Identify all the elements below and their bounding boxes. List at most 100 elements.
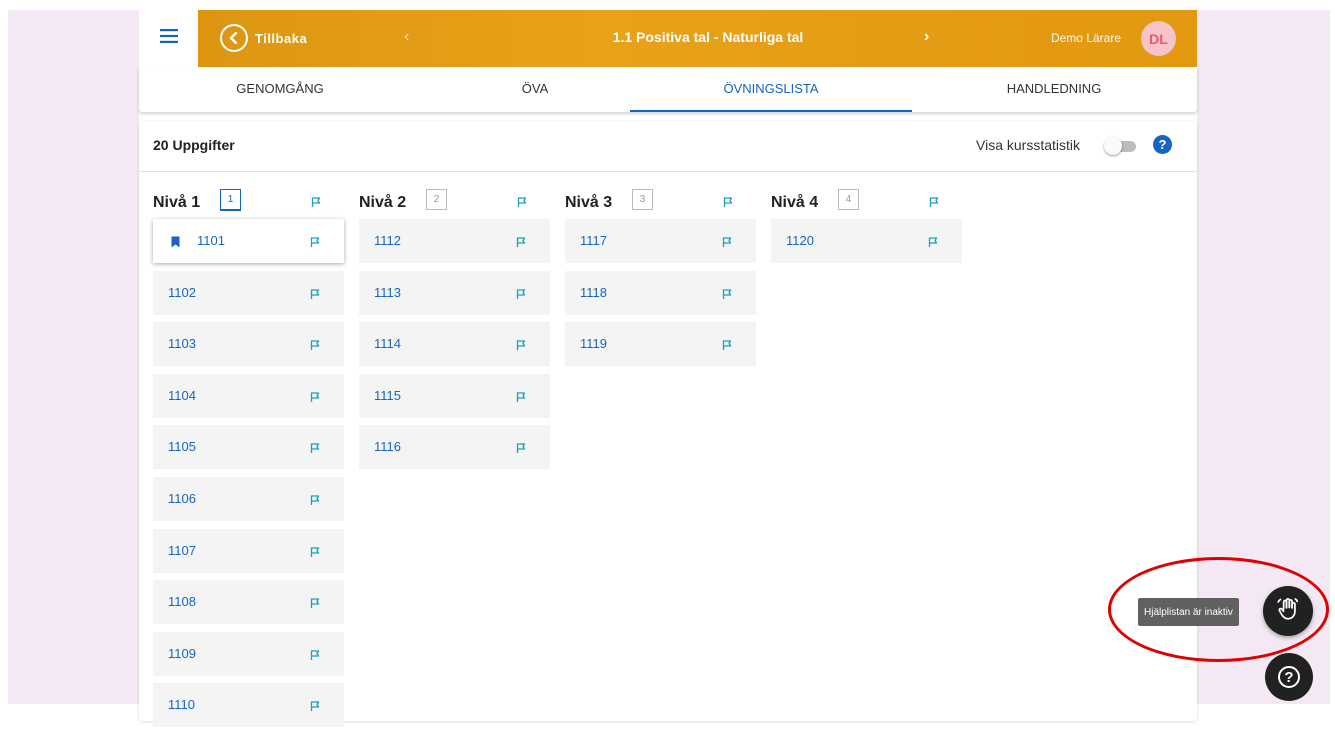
flag-icon[interactable] — [515, 235, 527, 253]
exercise-number: 1103 — [168, 336, 196, 352]
tab-handledning[interactable]: HANDLEDNING — [913, 67, 1195, 110]
level-title: Nivå 4 — [771, 194, 819, 211]
level-badge[interactable]: 3 — [632, 189, 653, 210]
flag-icon[interactable] — [516, 195, 528, 213]
level-column: Nivå 2 2 1112 1113 1114 1115 1116 — [359, 189, 551, 477]
exercise-count: 20 Uppgifter — [153, 137, 235, 153]
flag-icon[interactable] — [722, 195, 734, 213]
exercise-number: 1120 — [786, 233, 814, 248]
flag-icon[interactable] — [309, 699, 321, 717]
tab-ovningslista[interactable]: ÖVNINGSLISTA — [630, 67, 912, 112]
exercise-number: 1114 — [374, 336, 401, 352]
flag-icon[interactable] — [309, 493, 321, 511]
flag-icon[interactable] — [515, 441, 527, 459]
chevron-left-icon — [220, 24, 248, 52]
exercise-tile[interactable]: 1115 — [359, 373, 550, 418]
exercise-tile[interactable]: 1120 — [771, 219, 962, 263]
exercise-tile[interactable]: 1106 — [153, 476, 344, 521]
level-header: Nivå 2 2 — [359, 189, 551, 219]
exercise-number: 1115 — [374, 387, 401, 403]
exercise-tile[interactable]: 1113 — [359, 270, 550, 315]
avatar[interactable]: DL — [1141, 21, 1176, 56]
flag-icon[interactable] — [309, 338, 321, 356]
exercise-number: 1106 — [168, 490, 196, 506]
flag-icon[interactable] — [515, 287, 527, 305]
flag-icon[interactable] — [515, 390, 527, 408]
level-title: Nivå 3 — [565, 194, 613, 211]
exercise-number: 1113 — [374, 284, 401, 300]
help-fab[interactable]: ? — [1265, 653, 1313, 701]
exercise-list-card: 20 Uppgifter Visa kursstatistik ? Nivå 1… — [139, 121, 1197, 728]
level-column: Nivå 3 3 1117 1118 1119 — [565, 189, 757, 374]
exercise-number: 1118 — [580, 284, 607, 300]
course-stats-label: Visa kursstatistik — [976, 137, 1080, 153]
level-badge[interactable]: 1 — [220, 189, 241, 211]
level-badge[interactable]: 4 — [838, 189, 859, 210]
next-section-button[interactable]: › — [924, 28, 929, 46]
exercise-tile[interactable]: 1118 — [565, 270, 756, 315]
toggle-knob — [1104, 137, 1122, 155]
flag-icon[interactable] — [309, 235, 321, 253]
level-column: Nivå 4 4 1120 — [771, 189, 963, 271]
exercise-number: 1108 — [168, 594, 196, 610]
exercise-tile[interactable]: 1119 — [565, 322, 756, 367]
level-column: Nivå 1 1 1101 1102 1103 1104 1105 1106 1107 1108 1… — [153, 189, 345, 735]
exercise-number: 1105 — [168, 439, 196, 455]
exercise-tile[interactable]: 1116 — [359, 425, 550, 470]
flag-icon[interactable] — [309, 441, 321, 459]
header-banner: Tillbaka ‹ 1.1 Positiva tal - Naturliga … — [198, 10, 1197, 67]
exercise-number: 1112 — [374, 233, 401, 248]
exercise-tile[interactable]: 1112 — [359, 219, 550, 263]
flag-icon[interactable] — [309, 596, 321, 614]
exercise-number: 1102 — [168, 284, 196, 300]
help-list-tooltip: Hjälplistan är inaktiv — [1138, 598, 1239, 626]
exercise-tile[interactable]: 1101 — [153, 219, 344, 263]
tab-bar: GENOMGÅNG ÖVA ÖVNINGSLISTA HANDLEDNING — [139, 67, 1197, 112]
flag-icon[interactable] — [309, 390, 321, 408]
course-stats-toggle[interactable] — [1104, 137, 1138, 155]
exercise-tile[interactable]: 1109 — [153, 631, 344, 676]
exercise-number: 1101 — [197, 233, 225, 248]
flag-icon[interactable] — [309, 545, 321, 563]
flag-icon[interactable] — [310, 195, 322, 213]
menu-button[interactable] — [139, 10, 198, 67]
raise-hand-button[interactable] — [1263, 586, 1313, 636]
exercise-tile[interactable]: 1102 — [153, 270, 344, 315]
level-header: Nivå 3 3 — [565, 189, 757, 219]
hand-icon — [1275, 596, 1301, 627]
flag-icon[interactable] — [515, 338, 527, 356]
exercise-number: 1110 — [168, 697, 195, 713]
app-container: Tillbaka ‹ 1.1 Positiva tal - Naturliga … — [139, 10, 1197, 728]
flag-icon[interactable] — [928, 195, 940, 213]
exercise-number: 1109 — [168, 645, 196, 661]
level-title: Nivå 1 — [153, 194, 201, 211]
flag-icon[interactable] — [721, 338, 733, 356]
flag-icon[interactable] — [309, 648, 321, 666]
exercise-tile[interactable]: 1114 — [359, 322, 550, 367]
bookmark-icon — [171, 235, 180, 253]
exercise-tile[interactable]: 1108 — [153, 580, 344, 625]
top-bar: Tillbaka ‹ 1.1 Positiva tal - Naturliga … — [139, 10, 1197, 67]
exercise-number: 1116 — [374, 439, 401, 455]
exercise-tile[interactable]: 1110 — [153, 683, 344, 728]
page-background-left — [8, 10, 139, 704]
tab-genomgang[interactable]: GENOMGÅNG — [139, 67, 421, 110]
flag-icon[interactable] — [927, 235, 939, 253]
exercise-tile[interactable]: 1104 — [153, 373, 344, 418]
level-badge[interactable]: 2 — [426, 189, 447, 210]
previous-section-button[interactable]: ‹ — [404, 28, 409, 46]
page-title: 1.1 Positiva tal - Naturliga tal — [612, 29, 804, 45]
user-name[interactable]: Demo Lärare — [968, 31, 1121, 45]
exercise-tile[interactable]: 1107 — [153, 528, 344, 573]
back-label: Tillbaka — [255, 30, 308, 46]
exercise-tile[interactable]: 1117 — [565, 219, 756, 263]
exercise-tile[interactable]: 1103 — [153, 322, 344, 367]
flag-icon[interactable] — [721, 235, 733, 253]
exercise-tile[interactable]: 1105 — [153, 425, 344, 470]
flag-icon[interactable] — [309, 287, 321, 305]
back-button[interactable]: Tillbaka — [220, 24, 307, 52]
card-header: 20 Uppgifter Visa kursstatistik ? — [139, 121, 1197, 172]
exercise-number: 1107 — [168, 542, 196, 558]
flag-icon[interactable] — [721, 287, 733, 305]
help-icon[interactable]: ? — [1153, 135, 1172, 154]
